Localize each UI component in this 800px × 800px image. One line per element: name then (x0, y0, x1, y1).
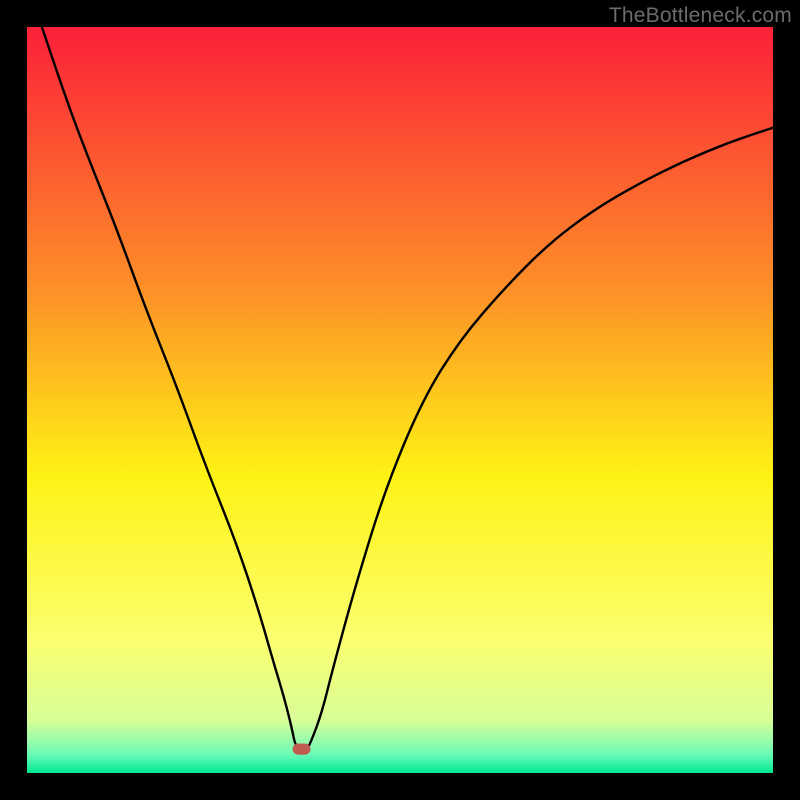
watermark-text: TheBottleneck.com (609, 4, 792, 28)
gradient-background (27, 27, 773, 773)
chart-svg (27, 27, 773, 773)
minimum-marker (293, 744, 311, 755)
chart-frame: TheBottleneck.com (0, 0, 800, 800)
plot-area (27, 27, 773, 773)
